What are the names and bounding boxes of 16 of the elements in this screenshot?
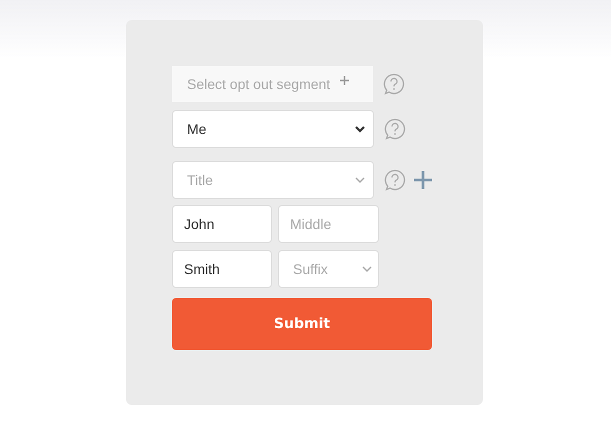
submit-button[interactable]: Submit (172, 298, 432, 350)
help-icon[interactable] (384, 169, 406, 191)
last-name-field[interactable]: Smith (172, 250, 272, 288)
add-icon[interactable] (414, 171, 432, 189)
caret-icon (355, 126, 365, 132)
help-icon[interactable] (384, 118, 406, 140)
relationship-dropdown[interactable]: Me (172, 110, 374, 148)
plus-icon (340, 76, 350, 84)
first-name-field[interactable]: John (172, 205, 272, 243)
suffix-dropdown[interactable]: Suffix (278, 250, 379, 288)
title-dropdown[interactable]: Title (172, 161, 374, 199)
segment-field[interactable]: Select opt out segment (172, 66, 373, 102)
middle-name-field[interactable]: Middle (278, 205, 379, 243)
caret-icon (362, 266, 372, 272)
caret-icon (355, 176, 365, 184)
help-icon[interactable] (383, 73, 405, 95)
